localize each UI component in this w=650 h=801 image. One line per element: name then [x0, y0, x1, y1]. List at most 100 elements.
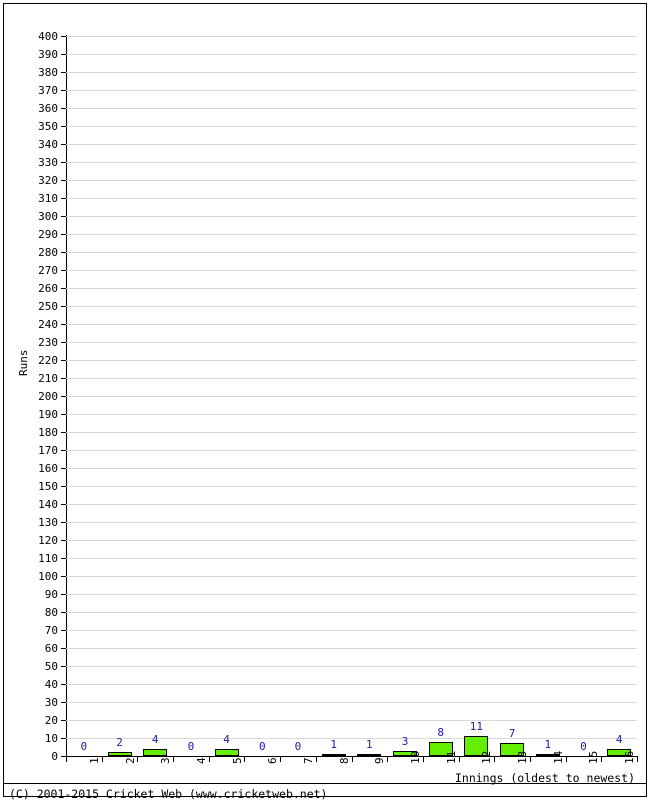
bar-value-label: 1	[366, 738, 373, 752]
bar-value-label: 3	[401, 734, 409, 748]
y-axis-label: 260	[38, 282, 58, 295]
y-axis-label: 280	[38, 246, 58, 259]
y-axis-label: 320	[38, 174, 58, 187]
y-axis-label: 290	[38, 228, 58, 241]
y-axis-label: 20	[44, 714, 58, 727]
x-axis-tick	[601, 756, 603, 762]
bar	[107, 752, 132, 756]
x-axis-label: 11	[444, 750, 458, 764]
bar	[214, 748, 239, 756]
x-axis-label: 6	[266, 757, 280, 764]
x-axis-label: 8	[337, 757, 351, 764]
y-axis-label: 380	[38, 66, 58, 79]
x-axis-tick	[173, 756, 175, 762]
x-axis-tick	[315, 756, 317, 762]
copyright-text: (C) 2001-2015 Cricket Web (www.cricketwe…	[9, 787, 328, 801]
x-axis-label: 1	[87, 757, 101, 764]
bar-value-label: 8	[437, 725, 445, 739]
y-axis-label: 310	[38, 192, 58, 205]
y-axis-label: 120	[38, 534, 58, 547]
y-axis-label: 370	[38, 84, 58, 97]
bar-value-label: 0	[80, 740, 88, 753]
x-axis-tick	[244, 756, 246, 762]
bar-value-label: 0	[187, 740, 195, 753]
bar-group: 1	[352, 36, 388, 756]
y-axis-label: 250	[38, 300, 58, 313]
bar-group: 0	[244, 36, 280, 756]
bar-value-label: 7	[508, 727, 516, 741]
bar-value-label: 4	[151, 732, 159, 746]
bar-group: 0	[66, 36, 102, 756]
y-axis-label: 330	[38, 156, 58, 169]
x-axis-label: 5	[230, 757, 244, 764]
y-axis-label: 220	[38, 354, 58, 367]
y-axis-label: 360	[38, 102, 58, 115]
y-axis-label: 110	[38, 552, 58, 565]
y-axis-label: 100	[38, 570, 58, 583]
x-axis-tick	[458, 756, 460, 762]
x-axis-label: 16	[623, 750, 637, 764]
x-axis-label: 15	[587, 750, 601, 764]
y-axis-label: 190	[38, 408, 58, 421]
chart-frame: Runs 0 2 4 0 4 0 0 1 1 3 8 11 7 1 0 4 Innings (oldest t…	[3, 3, 647, 801]
x-axis-tick	[66, 756, 67, 762]
y-axis-label: 0	[51, 750, 58, 763]
x-axis-label: 4	[194, 757, 208, 764]
y-axis-label: 170	[38, 444, 58, 457]
x-axis-label: 13	[516, 750, 530, 764]
y-axis-label: 30	[44, 696, 58, 709]
x-axis-tick	[529, 756, 531, 762]
x-axis-label: 3	[159, 757, 173, 764]
bar-value-label: 0	[258, 740, 266, 753]
y-axis-label: 60	[44, 642, 58, 655]
x-axis-tick	[351, 756, 353, 762]
y-axis-label: 390	[38, 48, 58, 61]
bar-value-label: 1	[544, 738, 552, 752]
bar-group: 11	[459, 36, 495, 756]
x-axis-label: 9	[373, 757, 387, 764]
x-axis-label: 12	[480, 750, 494, 764]
x-axis-tick	[387, 756, 389, 762]
bar	[357, 754, 382, 756]
y-axis-label: 400	[38, 30, 58, 43]
y-axis-label: 350	[38, 120, 58, 133]
y-axis-label: 40	[44, 678, 58, 691]
y-axis-label: 240	[38, 318, 58, 331]
y-axis-label: 270	[38, 264, 58, 277]
x-axis-tick	[208, 756, 210, 762]
x-axis-tick	[137, 756, 139, 762]
x-axis-tick	[494, 756, 496, 762]
bar-group: 0	[173, 36, 209, 756]
x-axis-label: 2	[123, 757, 137, 764]
y-axis-label: 80	[44, 606, 58, 619]
y-axis-label: 200	[38, 390, 58, 403]
y-axis-label: 70	[44, 624, 58, 637]
y-axis-label: 300	[38, 210, 58, 223]
y-axis-label: 150	[38, 480, 58, 493]
bar-value-label: 1	[330, 738, 337, 752]
bar-group: 8	[423, 36, 459, 756]
y-axis-label: 10	[44, 732, 58, 745]
bar-group: 0	[280, 36, 316, 756]
bar-group: 2	[102, 36, 138, 756]
bar-group: 0	[566, 36, 602, 756]
y-axis-label: 180	[38, 426, 58, 439]
y-axis-label: 90	[44, 588, 58, 601]
x-axis-tick	[280, 756, 282, 762]
y-axis-label: 160	[38, 462, 58, 475]
x-axis-label: 14	[551, 750, 565, 764]
bar-group: 3	[387, 36, 423, 756]
y-axis-label: 210	[38, 372, 58, 385]
bar-group: 7	[494, 36, 530, 756]
bar-group: 1	[530, 36, 566, 756]
x-axis-tick	[101, 756, 103, 762]
bar-group: 4	[209, 36, 245, 756]
y-axis-label: 230	[38, 336, 58, 349]
bar	[321, 754, 346, 756]
bar-value-label: 11	[469, 720, 484, 734]
bar-group: 1	[316, 36, 352, 756]
plot-area: 0 2 4 0 4 0 0 1 1 3 8 11 7 1 0 4	[61, 36, 637, 757]
bar-value-label: 0	[294, 740, 302, 753]
footer-separator	[4, 783, 646, 784]
y-axis-label: 130	[38, 516, 58, 529]
